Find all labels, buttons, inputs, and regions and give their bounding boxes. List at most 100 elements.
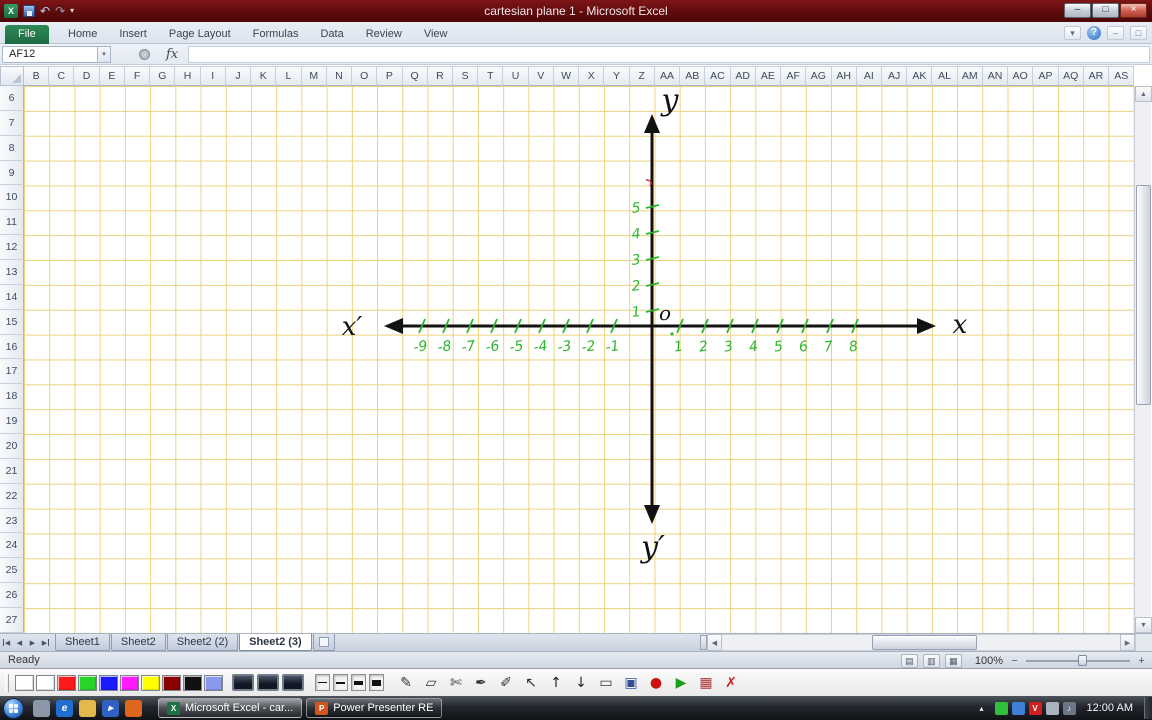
name-box-dropdown-icon[interactable]: ▾ (98, 45, 111, 63)
column-header-i[interactable]: I (200, 66, 226, 86)
column-header-s[interactable]: S (452, 66, 479, 86)
sheet-tab-sheet1[interactable]: Sheet1 (55, 634, 110, 651)
ribbon-tab-data[interactable]: Data (309, 25, 354, 44)
tray-icon-volume[interactable]: ♪ (1062, 701, 1076, 715)
previous-sheet-icon[interactable]: ◀ (13, 634, 26, 651)
row-header-10[interactable]: 10 (0, 185, 24, 211)
color-swatch-1[interactable] (36, 674, 55, 691)
ribbon-tab-review[interactable]: Review (355, 25, 413, 44)
select-all-corner[interactable] (0, 66, 24, 86)
exit-tool-icon[interactable]: ✗ (722, 673, 740, 693)
quick-launch-ie-icon[interactable]: e (56, 699, 73, 717)
formula-options-icon[interactable] (139, 48, 150, 60)
column-header-z[interactable]: Z (629, 66, 655, 86)
line-width-6-button[interactable] (369, 674, 384, 691)
first-sheet-icon[interactable]: ◀ (0, 634, 13, 651)
row-header-26[interactable]: 26 (0, 583, 24, 609)
color-swatch-9[interactable] (204, 674, 223, 691)
row-header-20[interactable]: 20 (0, 434, 24, 459)
tray-icon-green[interactable] (994, 701, 1008, 715)
ribbon-tab-insert[interactable]: Insert (108, 25, 158, 44)
row-header-13[interactable]: 13 (0, 260, 24, 285)
row-header-19[interactable]: 19 (0, 409, 24, 435)
maximize-button[interactable]: □ (1092, 3, 1119, 18)
ribbon-tab-page-layout[interactable]: Page Layout (158, 25, 242, 44)
pencil-all-tool-icon[interactable]: ✎ (397, 673, 415, 693)
column-header-x[interactable]: X (579, 66, 605, 86)
quick-launch-desktop-icon[interactable] (33, 699, 50, 717)
tray-icon-blue[interactable] (1011, 701, 1025, 715)
scroll-left-icon[interactable]: ◀ (707, 634, 722, 651)
column-header-ae[interactable]: AE (755, 66, 782, 86)
row-header-8[interactable]: 8 (0, 135, 24, 161)
workbook-restore-icon[interactable]: □ (1130, 26, 1147, 40)
scroll-up-icon[interactable]: ▲ (1135, 86, 1152, 102)
show-desktop-button[interactable] (1144, 697, 1152, 719)
ribbon-tab-formulas[interactable]: Formulas (242, 25, 310, 44)
row-header-11[interactable]: 11 (0, 210, 24, 236)
column-header-ad[interactable]: AD (730, 66, 756, 86)
column-header-am[interactable]: AM (957, 66, 983, 86)
normal-view-button[interactable]: ▤ (900, 653, 918, 668)
column-header-e[interactable]: E (99, 66, 125, 86)
last-sheet-icon[interactable]: ▶ (39, 634, 52, 651)
play-tool-icon[interactable]: ▶ (672, 673, 690, 693)
close-button[interactable]: × (1120, 3, 1147, 18)
undo-icon[interactable]: ↶ (40, 2, 50, 20)
sheet-tab-sheet2-3[interactable]: Sheet2 (3) (239, 634, 312, 651)
help-icon[interactable]: ? (1087, 26, 1101, 40)
tray-icon-red-v[interactable]: V (1028, 701, 1042, 715)
quick-launch-folder-icon[interactable] (79, 699, 96, 717)
zoom-out-button[interactable]: − (1008, 655, 1021, 667)
color-swatch-6[interactable] (141, 674, 160, 691)
row-header-22[interactable]: 22 (0, 483, 24, 509)
row-header-21[interactable]: 21 (0, 458, 24, 484)
column-header-y[interactable]: Y (604, 66, 630, 86)
column-header-aa[interactable]: AA (654, 66, 681, 86)
redo-icon[interactable]: ↷ (55, 2, 65, 20)
tray-icon-network[interactable] (1045, 701, 1059, 715)
row-header-23[interactable]: 23 (0, 508, 24, 534)
column-header-c[interactable]: C (49, 66, 75, 86)
screen-button-1[interactable] (257, 674, 279, 691)
zoom-slider[interactable] (1026, 653, 1130, 668)
scroll-right-icon[interactable]: ▶ (1120, 634, 1135, 651)
row-header-16[interactable]: 16 (0, 334, 24, 360)
horizontal-scroll-thumb[interactable] (872, 635, 977, 650)
scroll-down-icon[interactable]: ▼ (1135, 617, 1152, 633)
column-header-ar[interactable]: AR (1083, 66, 1110, 86)
row-header-7[interactable]: 7 (0, 110, 24, 136)
whiteboard-tool-icon[interactable]: ▭ (597, 673, 615, 693)
screen-button-2[interactable] (282, 674, 304, 691)
column-header-j[interactable]: J (225, 66, 252, 86)
row-header-25[interactable]: 25 (0, 558, 24, 584)
save-tool-icon[interactable]: ▣ (622, 673, 640, 693)
file-tab[interactable]: File (5, 25, 49, 44)
column-header-o[interactable]: O (352, 66, 378, 86)
minimize-button[interactable]: – (1064, 3, 1091, 18)
column-header-ah[interactable]: AH (831, 66, 857, 86)
color-swatch-5[interactable] (120, 674, 139, 691)
row-header-9[interactable]: 9 (0, 160, 24, 186)
spreadsheet-grid[interactable] (24, 86, 1134, 633)
workbook-minimize-icon[interactable]: – (1107, 26, 1124, 40)
row-header-24[interactable]: 24 (0, 533, 24, 559)
zoom-level[interactable]: 100% (975, 655, 1003, 667)
column-header-aj[interactable]: AJ (881, 66, 908, 86)
row-header-14[interactable]: 14 (0, 284, 24, 310)
column-header-ap[interactable]: AP (1033, 66, 1059, 86)
column-header-af[interactable]: AF (781, 66, 807, 86)
task-button-microsoft-excel-car[interactable]: X Microsoft Excel - car... (158, 698, 303, 718)
color-swatch-3[interactable] (78, 674, 97, 691)
column-header-u[interactable]: U (503, 66, 529, 86)
screen-button-0[interactable] (232, 674, 254, 691)
quick-launch-media-icon[interactable]: ▸ (102, 699, 119, 717)
name-box[interactable]: AF12 (2, 45, 98, 63)
line-width-4-button[interactable] (351, 674, 366, 691)
row-header-12[interactable]: 12 (0, 235, 24, 261)
column-header-t[interactable]: T (478, 66, 504, 86)
line-width-2-button[interactable] (333, 674, 348, 691)
horizontal-scroll-track[interactable] (722, 634, 1120, 651)
column-header-ak[interactable]: AK (907, 66, 933, 86)
insert-function-icon[interactable]: fx (166, 47, 178, 62)
